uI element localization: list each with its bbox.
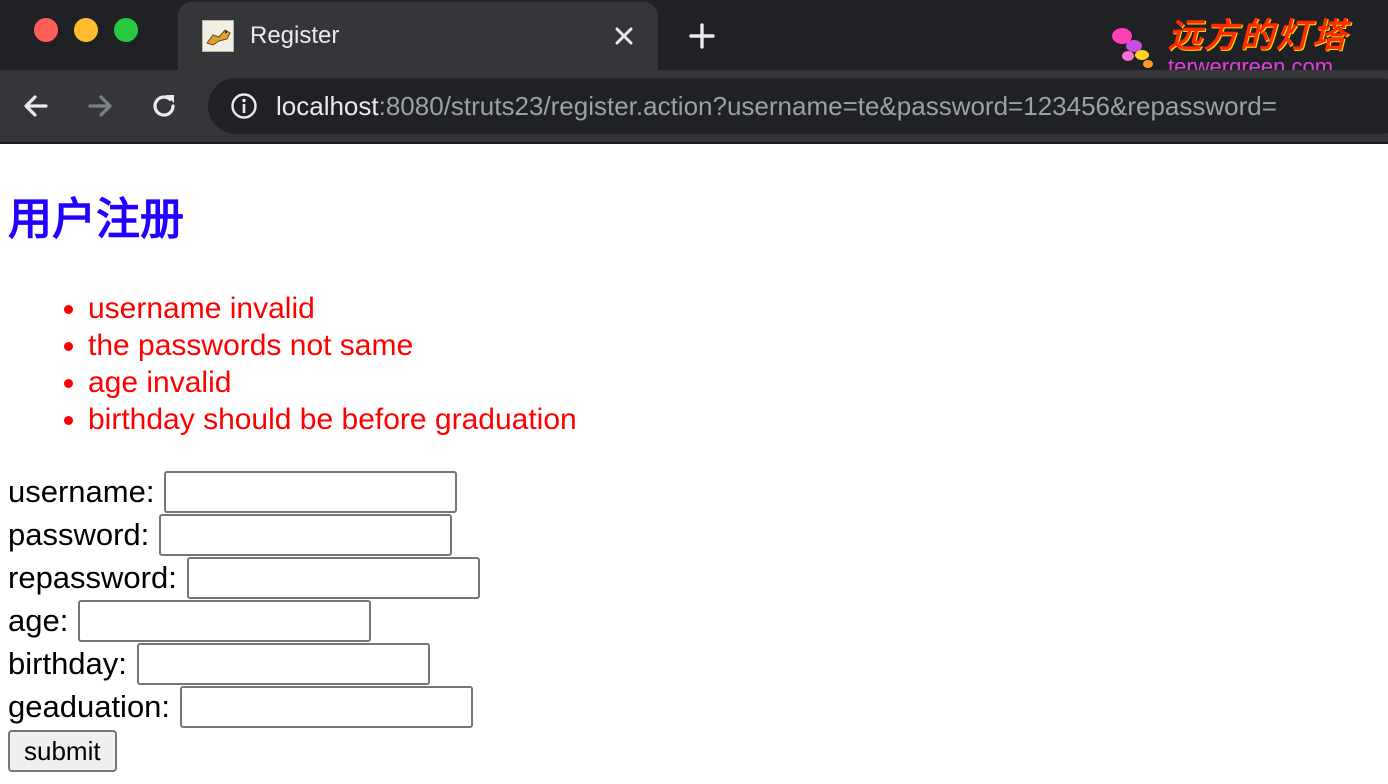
repassword-input[interactable] (186, 556, 480, 599)
birthday-row: birthday: (8, 642, 430, 685)
tomcat-icon (202, 20, 234, 52)
browser-toolbar: localhost:8080/struts23/register.action?… (0, 70, 1388, 144)
window-maximize-button[interactable] (114, 18, 138, 42)
graduation-input[interactable] (180, 685, 474, 728)
username-input[interactable] (164, 470, 458, 513)
arrow-left-icon (24, 95, 48, 117)
reload-icon (153, 95, 175, 117)
url-path: :8080/struts23/register.action?username=… (378, 91, 1277, 121)
browser-tab[interactable]: Register (178, 2, 658, 70)
watermark-title: 远方的灯塔 (1168, 16, 1348, 56)
error-item: the passwords not same (88, 327, 577, 364)
new-tab-button[interactable] (686, 20, 718, 52)
repassword-row: repassword: (8, 556, 480, 599)
username-label: username: (8, 473, 155, 509)
username-row: username: (8, 470, 458, 513)
url-text: localhost:8080/struts23/register.action?… (276, 90, 1277, 122)
password-label: password: (8, 516, 150, 552)
age-input[interactable] (78, 599, 372, 642)
graduation-label: geaduation: (8, 688, 171, 724)
window-minimize-button[interactable] (74, 18, 98, 42)
repassword-label: repassword: (8, 559, 177, 595)
graduation-row: geaduation: (8, 685, 474, 728)
tab-title: Register (250, 22, 340, 49)
error-list: username invalid the passwords not same … (48, 290, 577, 438)
flower-logo-icon (1108, 22, 1164, 74)
browser-title-bar: Register 远方的灯塔 terwergreen.com (0, 0, 1388, 79)
submit-button[interactable]: submit (8, 730, 117, 772)
password-input[interactable] (159, 513, 453, 556)
back-button[interactable] (20, 90, 52, 122)
birthday-label: birthday: (8, 645, 127, 681)
window-close-button[interactable] (34, 18, 58, 42)
password-row: password: (8, 513, 453, 556)
arrow-right-icon (88, 95, 112, 117)
close-icon[interactable] (610, 22, 638, 50)
forward-button[interactable] (84, 90, 116, 122)
age-row: age: (8, 599, 372, 642)
error-item: birthday should be before graduation (88, 401, 577, 438)
page-content: 用户注册 username invalid the passwords not … (0, 144, 1388, 784)
info-icon[interactable] (230, 92, 258, 120)
address-bar[interactable]: localhost:8080/struts23/register.action?… (208, 78, 1388, 134)
age-label: age: (8, 602, 69, 638)
error-item: age invalid (88, 364, 577, 401)
page-title: 用户注册 (8, 194, 184, 245)
url-host: localhost (276, 91, 379, 121)
reload-button[interactable] (148, 90, 180, 122)
birthday-input[interactable] (136, 642, 430, 685)
error-item: username invalid (88, 290, 577, 327)
plus-icon (689, 23, 715, 49)
